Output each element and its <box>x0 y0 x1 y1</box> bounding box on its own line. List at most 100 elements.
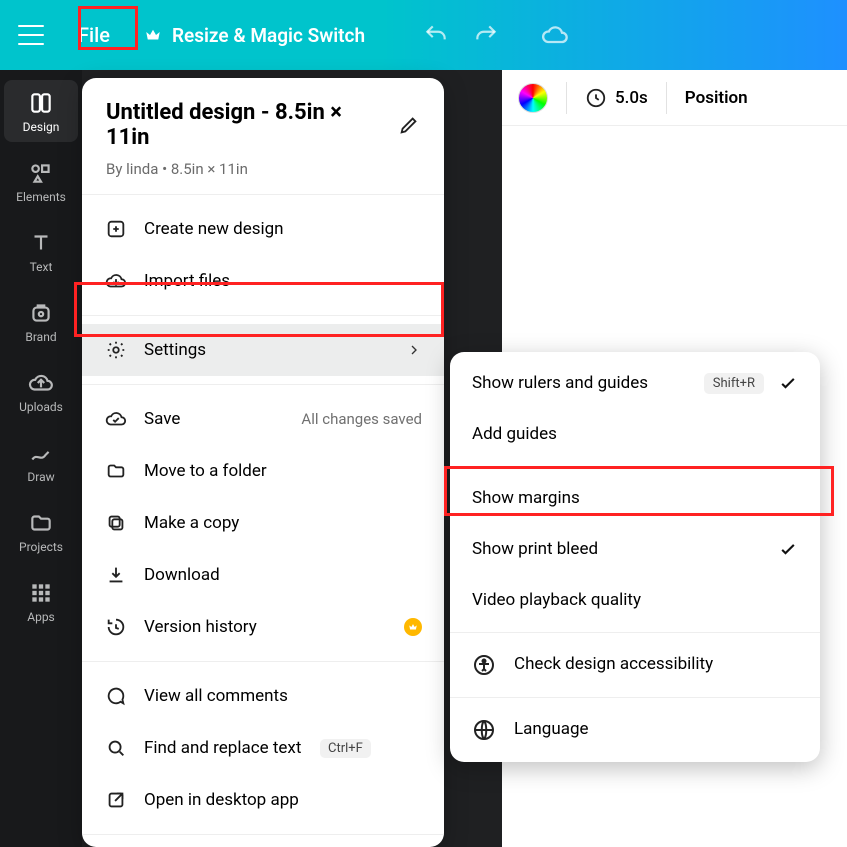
file-dropdown-menu: Untitled design - 8.5in × 11in By linda … <box>82 78 444 847</box>
uploads-icon <box>28 370 54 396</box>
sidebar-item-design[interactable]: Design <box>0 78 82 144</box>
accessibility-icon <box>472 653 496 677</box>
undo-redo-group <box>423 22 499 48</box>
sidebar-item-label: Uploads <box>19 400 63 414</box>
menu-item-label: Version history <box>144 617 388 637</box>
show-margins-item[interactable]: Show margins <box>450 473 820 524</box>
clock-icon <box>585 87 607 109</box>
download-icon <box>104 563 128 587</box>
duration-button[interactable]: 5.0s <box>585 87 648 109</box>
folder-icon <box>104 459 128 483</box>
position-label: Position <box>685 88 748 108</box>
redo-button[interactable] <box>473 22 499 48</box>
file-menu-header: Untitled design - 8.5in × 11in By linda … <box>82 78 444 195</box>
sidebar-item-uploads[interactable]: Uploads <box>0 358 82 424</box>
edit-title-button[interactable] <box>398 114 420 136</box>
text-icon <box>28 230 54 256</box>
video-playback-quality-item[interactable]: Video playback quality <box>450 575 820 626</box>
position-button[interactable]: Position <box>685 88 748 108</box>
move-to-folder-item[interactable]: Move to a folder <box>82 445 444 497</box>
menu-item-label: Show margins <box>472 487 798 510</box>
file-menu-button[interactable]: File <box>62 15 126 55</box>
menu-item-label: Download <box>144 565 422 585</box>
undo-button[interactable] <box>423 22 449 48</box>
check-accessibility-item[interactable]: Check design accessibility <box>450 639 820 691</box>
menu-item-label: Save <box>144 409 285 429</box>
gear-icon <box>104 338 128 362</box>
resize-magic-switch-button[interactable]: Resize & Magic Switch <box>144 24 365 47</box>
sidebar-item-text[interactable]: Text <box>0 218 82 284</box>
sidebar-item-label: Apps <box>27 610 55 624</box>
file-menu-label: File <box>78 23 110 47</box>
view-all-comments-item[interactable]: View all comments <box>82 670 444 722</box>
help-item[interactable]: Help <box>82 843 444 847</box>
sidebar-item-draw[interactable]: Draw <box>0 428 82 494</box>
make-a-copy-item[interactable]: Make a copy <box>82 497 444 549</box>
cloud-check-icon <box>104 407 128 431</box>
brand-icon <box>28 300 54 326</box>
settings-submenu: Show rulers and guides Shift+R Add guide… <box>450 352 820 762</box>
menu-item-label: View all comments <box>144 686 422 706</box>
download-item[interactable]: Download <box>82 549 444 601</box>
apps-icon <box>28 580 54 606</box>
open-desktop-app-item[interactable]: Open in desktop app <box>82 774 444 826</box>
top-bar: File Resize & Magic Switch <box>0 0 847 70</box>
cloud-sync-button[interactable] <box>541 21 569 49</box>
globe-icon <box>472 718 496 742</box>
document-title: Untitled design - 8.5in × 11in <box>106 100 386 150</box>
sidebar-item-apps[interactable]: Apps <box>0 568 82 634</box>
import-files-item[interactable]: Import files <box>82 255 444 307</box>
comment-icon <box>104 684 128 708</box>
sidebar-item-label: Projects <box>19 540 63 554</box>
elements-icon <box>28 160 54 186</box>
keyboard-shortcut: Shift+R <box>704 373 764 394</box>
left-sidebar: Design Elements Text Brand Uploads <box>0 70 82 847</box>
save-status-text: All changes saved <box>301 410 422 428</box>
check-icon <box>778 539 798 559</box>
menu-item-label: Create new design <box>144 219 422 239</box>
chevron-right-icon <box>406 342 422 358</box>
crown-icon <box>144 26 162 44</box>
editor-toolbar: 5.0s Position <box>502 70 847 126</box>
pro-badge-icon <box>404 618 422 636</box>
divider <box>566 82 567 114</box>
pencil-icon <box>398 114 420 136</box>
draw-icon <box>28 440 54 466</box>
design-icon <box>28 90 54 116</box>
menu-item-label: Find and replace text <box>144 738 304 758</box>
menu-hamburger-button[interactable] <box>18 25 44 45</box>
resize-label: Resize & Magic Switch <box>172 24 365 47</box>
history-icon <box>104 615 128 639</box>
menu-item-label: Settings <box>144 340 390 360</box>
find-replace-item[interactable]: Find and replace text Ctrl+F <box>82 722 444 774</box>
check-icon <box>778 373 798 393</box>
menu-item-label: Video playback quality <box>472 589 798 612</box>
show-rulers-guides-item[interactable]: Show rulers and guides Shift+R <box>450 358 820 409</box>
color-picker-button[interactable] <box>518 83 548 113</box>
menu-item-label: Language <box>514 718 798 741</box>
document-subtitle: By linda • 8.5in × 11in <box>106 160 420 178</box>
save-item[interactable]: Save All changes saved <box>82 393 444 445</box>
sidebar-item-label: Elements <box>16 190 66 204</box>
import-icon <box>104 269 128 293</box>
sidebar-item-label: Draw <box>27 470 54 484</box>
main-area: Design Elements Text Brand Uploads <box>0 70 847 847</box>
divider <box>666 82 667 114</box>
external-link-icon <box>104 788 128 812</box>
search-icon <box>104 736 128 760</box>
duration-value: 5.0s <box>615 88 648 108</box>
menu-item-label: Open in desktop app <box>144 790 422 810</box>
menu-item-label: Move to a folder <box>144 461 422 481</box>
sidebar-item-elements[interactable]: Elements <box>0 148 82 214</box>
menu-item-label: Make a copy <box>144 513 422 533</box>
sidebar-item-label: Design <box>23 120 60 134</box>
language-item[interactable]: Language <box>450 704 820 756</box>
settings-item[interactable]: Settings <box>82 324 444 376</box>
version-history-item[interactable]: Version history <box>82 601 444 653</box>
show-print-bleed-item[interactable]: Show print bleed <box>450 524 820 575</box>
menu-item-label: Add guides <box>472 423 798 446</box>
create-new-design-item[interactable]: Create new design <box>82 203 444 255</box>
sidebar-item-projects[interactable]: Projects <box>0 498 82 564</box>
sidebar-item-brand[interactable]: Brand <box>0 288 82 354</box>
add-guides-item[interactable]: Add guides <box>450 409 820 460</box>
